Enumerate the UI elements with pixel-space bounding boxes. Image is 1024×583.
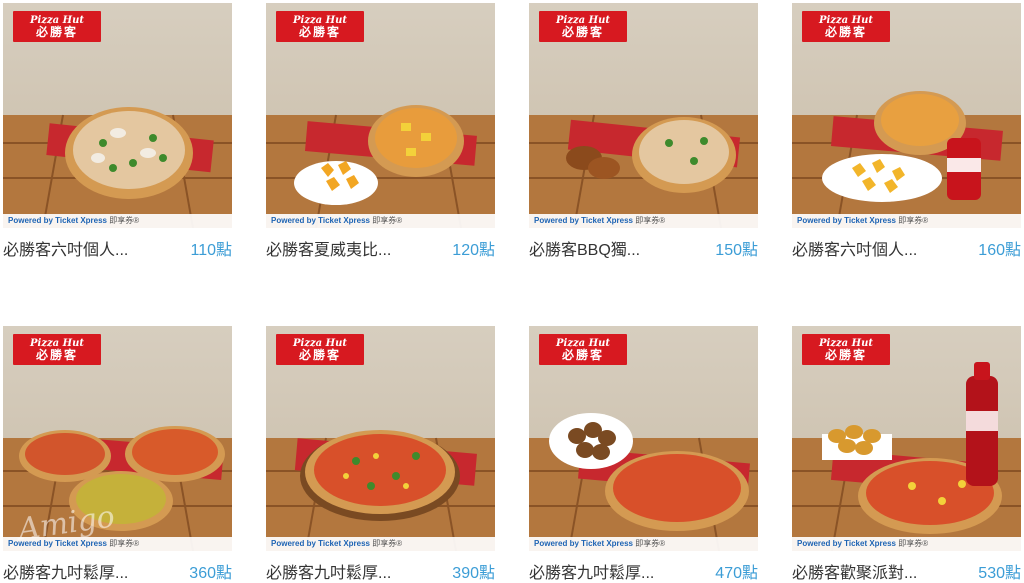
product-card[interactable]: Pizza Hut 必勝客 Powered by Ticket Xpress 即享… (266, 326, 495, 582)
product-card[interactable]: Pizza Hut 必勝客 Powered by Ticket Xpress 即享… (529, 326, 758, 582)
product-image[interactable]: Pizza Hut 必勝客 Powered by Ticket Xpress 即享… (529, 3, 758, 228)
product-grid: Pizza Hut 必勝客 Powered by Ticket Xpress 即享… (0, 0, 1024, 582)
product-name[interactable]: 必勝客九吋鬆厚... (529, 559, 679, 583)
product-name[interactable]: 必勝客九吋鬆厚... (3, 559, 153, 583)
product-price: 110點 (190, 242, 232, 259)
product-meta: 必勝客夏威夷比... 120點 (266, 234, 495, 260)
pizza-hut-logo: Pizza Hut 必勝客 (276, 334, 364, 365)
product-image[interactable]: Pizza Hut 必勝客 Powered by Ticket Xpress 即享… (792, 326, 1021, 551)
product-image[interactable]: Pizza Hut 必勝客 Powered by Ticket Xpress 即享… (266, 3, 495, 228)
product-meta: 必勝客六吋個人... 110點 (3, 234, 232, 260)
product-name[interactable]: 必勝客夏威夷比... (266, 236, 416, 260)
product-price: 360點 (189, 565, 232, 582)
pizza-hut-logo: Pizza Hut 必勝客 (539, 334, 627, 365)
pizza-hut-logo: Pizza Hut 必勝客 (802, 334, 890, 365)
product-card[interactable]: Pizza Hut 必勝客 Powered by Ticket Xpress 即享… (792, 3, 1021, 259)
product-price: 470點 (715, 565, 758, 582)
product-card[interactable]: Pizza Hut 必勝客 Powered by Ticket Xpress 即享… (529, 3, 758, 259)
powered-by-label: Powered by Ticket Xpress 即享券® (792, 214, 1021, 228)
product-price: 390點 (452, 565, 495, 582)
powered-by-label: Powered by Ticket Xpress 即享券® (529, 537, 758, 551)
pizza-hut-logo: Pizza Hut 必勝客 (539, 11, 627, 42)
product-image[interactable]: Pizza Hut 必勝客 Powered by Ticket Xpress 即享… (3, 3, 232, 228)
powered-by-label: Powered by Ticket Xpress 即享券® (3, 537, 232, 551)
product-price: 150點 (715, 242, 758, 259)
product-card[interactable]: Pizza Hut 必勝客 Powered by Ticket Xpress 即享… (792, 326, 1021, 582)
product-card[interactable]: Pizza Hut 必勝客 Powered by Ticket Xpress 即享… (3, 3, 232, 259)
product-name[interactable]: 必勝客六吋個人... (3, 236, 153, 260)
product-image[interactable]: Pizza Hut 必勝客 Powered by Ticket Xpress 即享… (792, 3, 1021, 228)
product-price: 530點 (978, 565, 1021, 582)
pizza-hut-logo: Pizza Hut 必勝客 (13, 11, 101, 42)
product-name[interactable]: 必勝客歡聚派對... (792, 559, 942, 583)
pizza-hut-logo: Pizza Hut 必勝客 (276, 11, 364, 42)
product-price: 160點 (978, 242, 1021, 259)
powered-by-label: Powered by Ticket Xpress 即享券® (792, 537, 1021, 551)
product-image[interactable]: Pizza Hut 必勝客 Powered by Ticket Xpress 即享… (529, 326, 758, 551)
pizza-hut-logo: Pizza Hut 必勝客 (13, 334, 101, 365)
product-meta: 必勝客九吋鬆厚... 360點 (3, 557, 232, 583)
product-meta: 必勝客九吋鬆厚... 470點 (529, 557, 758, 583)
product-card[interactable]: Pizza Hut 必勝客 Powered by Ticket Xpress 即享… (266, 3, 495, 259)
product-meta: 必勝客BBQ獨... 150點 (529, 234, 758, 260)
product-price: 120點 (452, 242, 495, 259)
product-image[interactable]: Pizza Hut 必勝客 Powered by Ticket Xpress 即享… (266, 326, 495, 551)
product-meta: 必勝客六吋個人... 160點 (792, 234, 1021, 260)
product-meta: 必勝客歡聚派對... 530點 (792, 557, 1021, 583)
powered-by-label: Powered by Ticket Xpress 即享券® (3, 214, 232, 228)
product-name[interactable]: 必勝客六吋個人... (792, 236, 942, 260)
product-card[interactable]: Pizza Hut 必勝客 Powered by Ticket Xpress 即享… (3, 326, 232, 582)
powered-by-label: Powered by Ticket Xpress 即享券® (529, 214, 758, 228)
powered-by-label: Powered by Ticket Xpress 即享券® (266, 214, 495, 228)
product-name[interactable]: 必勝客BBQ獨... (529, 236, 679, 260)
pizza-hut-logo: Pizza Hut 必勝客 (802, 11, 890, 42)
product-image[interactable]: Pizza Hut 必勝客 Powered by Ticket Xpress 即享… (3, 326, 232, 551)
powered-by-label: Powered by Ticket Xpress 即享券® (266, 537, 495, 551)
product-meta: 必勝客九吋鬆厚... 390點 (266, 557, 495, 583)
product-name[interactable]: 必勝客九吋鬆厚... (266, 559, 416, 583)
